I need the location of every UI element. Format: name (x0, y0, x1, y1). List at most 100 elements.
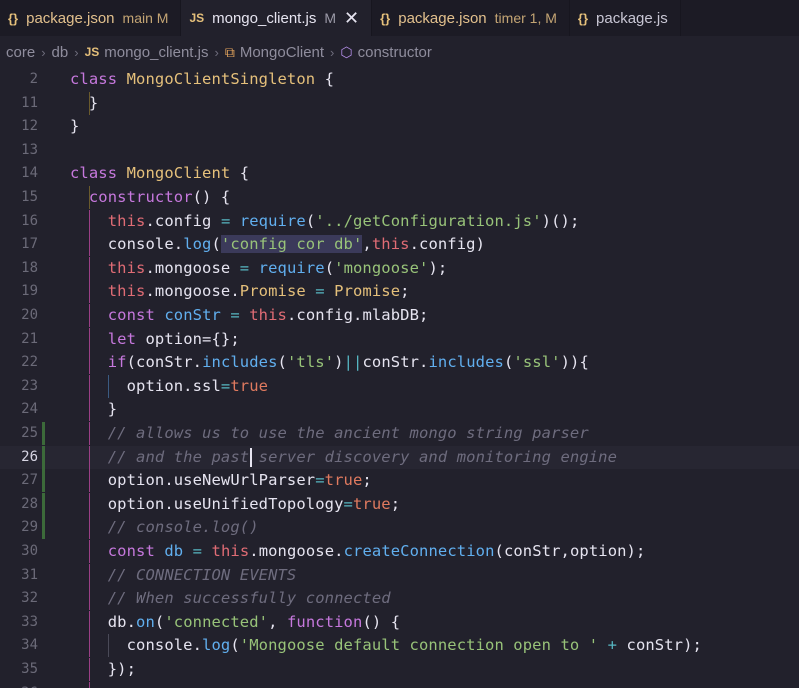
code-text: } (70, 117, 80, 136)
tab-status: main M (122, 10, 169, 26)
method-symbol-icon: ⬡ (340, 43, 353, 60)
code-line[interactable]: 20 const conStr = this.config.mlabDB; (0, 304, 799, 327)
line-number: 22 (21, 354, 38, 371)
code-text: // CONNECTION EVENTS (70, 565, 297, 584)
class-symbol-icon: ⧉ (224, 43, 235, 60)
tab-package-json-main[interactable]: {} package.json main M (0, 0, 182, 36)
code-text: class MongoClient { (70, 164, 250, 183)
editor-tab-bar: {} package.json main M JS mongo_client.j… (0, 0, 799, 36)
tab-mongo-client-js[interactable]: JS mongo_client.js M ✕ (181, 0, 373, 36)
code-line[interactable]: 27 option.useNewUrlParser=true; (0, 469, 799, 493)
line-number: 14 (21, 165, 38, 182)
code-text: // allows us to use the ancient mongo st… (70, 424, 589, 442)
code-line[interactable]: 30 const db = this.mongoose.createConnec… (0, 540, 799, 563)
code-text: console.log('Mongoose default connection… (70, 636, 702, 655)
line-number: 33 (21, 613, 38, 630)
code-line[interactable]: 24 } (0, 398, 799, 422)
code-line[interactable]: 2 class MongoClientSingleton { (0, 68, 799, 91)
json-file-icon: {} (380, 10, 391, 26)
code-line[interactable]: 15 constructor() { (0, 186, 799, 209)
breadcrumb-item-file[interactable]: mongo_client.js (104, 44, 208, 61)
code-line[interactable]: 16 this.config = require('../getConfigur… (0, 209, 799, 233)
code-text: option.useUnifiedTopology=true; (70, 494, 401, 513)
line-number: 19 (21, 283, 38, 300)
code-line[interactable]: 28 option.useUnifiedTopology=true; (0, 492, 799, 516)
line-number: 23 (21, 377, 38, 394)
chevron-right-icon: › (41, 44, 46, 60)
line-number: 31 (21, 566, 38, 583)
code-text: let option={}; (107, 329, 240, 348)
code-line[interactable]: 13 (0, 139, 799, 162)
breadcrumb-item-db[interactable]: db (52, 44, 69, 61)
chevron-right-icon: › (330, 44, 335, 60)
code-line[interactable]: 35 }); (0, 658, 799, 681)
code-line[interactable]: 14 class MongoClient { (0, 162, 799, 185)
code-line[interactable]: 11 } (0, 91, 799, 115)
code-line[interactable]: 26 // and the past server discovery and … (0, 445, 799, 469)
git-modified-marker[interactable] (42, 469, 45, 493)
breadcrumb: core › db › JS mongo_client.js › ⧉ Mongo… (0, 36, 799, 68)
tab-package-json-timer[interactable]: {} package.json timer 1, M (372, 0, 570, 36)
tab-label: package.json (26, 9, 115, 27)
code-text: option.useNewUrlParser=true; (70, 471, 372, 490)
git-modified-marker[interactable] (42, 422, 45, 445)
line-number: 17 (21, 236, 38, 253)
code-line[interactable]: 17 console.log('config cor db',this.conf… (0, 233, 799, 257)
code-line[interactable]: 23 option.ssl=true (0, 374, 799, 398)
code-line[interactable]: 31 // CONNECTION EVENTS (0, 563, 799, 587)
indent-guide (89, 681, 90, 688)
code-text: } (70, 93, 99, 112)
code-line[interactable]: 29 // console.log() (0, 516, 799, 540)
code-text: option.ssl=true (70, 376, 269, 395)
tab-label: package.js (596, 9, 668, 27)
line-number: 16 (21, 212, 38, 229)
code-line[interactable]: 25 // allows us to use the ancient mongo… (0, 422, 799, 445)
code-text: constructor() { (88, 188, 231, 206)
line-number: 24 (21, 401, 38, 418)
breadcrumb-item-core[interactable]: core (6, 44, 35, 61)
code-line[interactable]: 21 let option={}; (0, 327, 799, 351)
code-line[interactable]: 12} (0, 115, 799, 138)
js-file-icon: JS (189, 11, 205, 25)
code-text: } (70, 400, 118, 419)
line-number: 12 (21, 118, 38, 135)
breadcrumb-item-class[interactable]: MongoClient (240, 44, 324, 61)
git-modified-marker[interactable] (42, 445, 45, 469)
tab-package-js[interactable]: {} package.js (570, 0, 681, 36)
git-modified-marker[interactable] (42, 516, 45, 540)
line-number: 28 (21, 495, 38, 512)
git-modified-marker[interactable] (42, 492, 45, 516)
tab-status: timer 1, M (494, 10, 557, 26)
line-number: 13 (21, 141, 38, 158)
line-number: 26 (21, 448, 38, 465)
code-line[interactable]: 19 this.mongoose.Promise = Promise; (0, 280, 799, 304)
breadcrumb-item-method[interactable]: constructor (358, 44, 432, 61)
code-text: this.config = require('../getConfigurati… (107, 211, 580, 230)
code-text: // and the past server discovery and mon… (70, 447, 618, 466)
text-cursor (250, 447, 252, 467)
tab-label: package.json (398, 9, 487, 27)
chevron-right-icon: › (74, 44, 79, 60)
line-number: 15 (21, 189, 38, 205)
code-line[interactable]: 36 (0, 681, 799, 688)
code-text: console.log('config cor db',this.config) (70, 235, 486, 254)
json-file-icon: {} (8, 10, 19, 26)
code-text: this.mongoose = require('mongoose'); (107, 258, 448, 277)
code-line[interactable]: 22 if(conStr.includes('tls')||conStr.inc… (0, 351, 799, 375)
code-text: const conStr = this.config.mlabDB; (107, 306, 429, 324)
line-number: 2 (29, 71, 38, 87)
code-text: }); (70, 660, 137, 678)
tab-status: M (324, 10, 337, 26)
close-icon[interactable]: ✕ (344, 8, 359, 29)
chevron-right-icon: › (214, 44, 219, 60)
js-file-icon: JS (84, 45, 100, 59)
code-text: const db = this.mongoose.createConnectio… (107, 542, 646, 560)
code-line[interactable]: 34 console.log('Mongoose default connect… (0, 634, 799, 658)
code-editor[interactable]: 2 class MongoClientSingleton {11 } 12} 13 14… (0, 68, 799, 688)
code-line[interactable]: 32 // When successfully connected (0, 587, 799, 611)
code-line[interactable]: 18 this.mongoose = require('mongoose'); (0, 256, 799, 280)
line-number: 21 (21, 330, 38, 347)
line-number: 11 (21, 94, 38, 111)
code-line[interactable]: 33 db.on('connected', function() { (0, 610, 799, 634)
line-number: 35 (21, 661, 38, 677)
